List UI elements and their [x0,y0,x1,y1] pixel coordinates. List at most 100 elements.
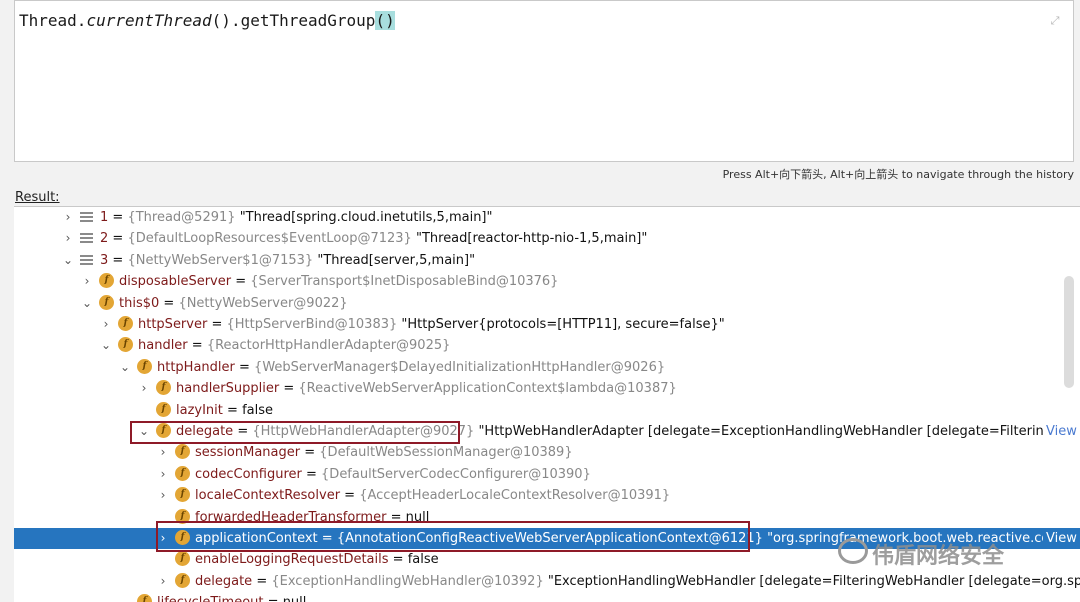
array-element-icon [80,253,93,268]
chevron-right-icon[interactable]: › [138,378,150,399]
equals-sign: = [301,466,322,482]
tree-row[interactable]: ⌄ f this$0 = {NettyWebServer@9022} [14,293,1080,314]
tree-row[interactable]: › f codecConfigurer = {DefaultServerCodecC… [14,464,1080,485]
field-icon: f [99,273,114,289]
tree-row-text: lazyInit = false [176,400,273,421]
expand-icon[interactable]: ⤢ [1049,15,1061,27]
tree-row-text: httpHandler = {WebServerManager$DelayedI… [157,357,665,378]
code-prefix: Thread. [19,11,87,30]
field-icon: f [156,380,171,396]
code-expression[interactable]: Thread.currentThread().getThreadGroup() [19,11,405,30]
field-name: localeContextResolver [195,488,341,504]
chevron-down-icon[interactable]: ⌄ [81,293,93,314]
equals-sign: = [340,488,360,504]
tree-row[interactable]: › f localeContextResolver = {AcceptHeaderL… [14,485,1080,506]
chevron-down-icon[interactable]: ⌄ [119,357,131,378]
highlight-box-application-context [156,521,750,552]
tree-row[interactable]: › f sessionManager = {DefaultWebSessionMan… [14,442,1080,463]
tree-row-text: enableLoggingRequestDetails = false [195,549,439,570]
tree-row-text: handler = {ReactorHttpHandlerAdapter@902… [138,335,450,356]
field-value: false [242,402,273,418]
equals-sign: = [207,317,227,332]
result-label-text: Result: [15,190,60,205]
code-middle: ().getThreadGroup [211,11,376,30]
tree-row[interactable]: › f delegate = {ExceptionHandlingWebHandle… [14,571,1080,592]
chevron-down-icon[interactable]: ⌄ [100,335,112,356]
view-link[interactable]: View [1043,421,1077,442]
chevron-right-icon[interactable]: › [157,464,169,485]
highlight-box-delegate [130,421,460,444]
tree-row-text: httpServer = {HttpServerBind@10383} "Htt… [138,314,725,335]
tree-row-text: codecConfigurer = {DefaultServerCodecCon… [195,464,591,485]
field-type: {DefaultServerCodecConfigurer@10390} [321,466,591,482]
equals-sign: = [300,445,320,461]
tree-row-text: delegate = {ExceptionHandlingWebHandler@… [195,571,1080,592]
chevron-right-icon[interactable]: › [100,314,112,335]
tree-row-text: sessionManager = {DefaultWebSessionManag… [195,442,573,463]
field-icon: f [137,358,152,374]
equals-sign: = [279,381,299,397]
tree-row[interactable]: › f disposableServer = {ServerTransport$In… [14,271,1080,292]
tree-row-text: localeContextResolver = {AcceptHeaderLoc… [195,485,670,506]
chevron-right-icon[interactable]: › [157,442,169,463]
chevron-right-icon[interactable]: › [62,207,74,228]
equals-sign: = [222,402,243,418]
field-icon: f [175,572,190,588]
tree-row[interactable]: ⌄ 3 = {NettyWebServer$1@7153} "Thread[ser… [14,250,1080,271]
field-icon: f [175,551,190,567]
field-name: this$0 [119,295,160,311]
watermark: 伟盾网络安全 [872,538,1004,570]
tree-row[interactable]: › f handlerSupplier = {ReactiveWebServerAp… [14,378,1080,399]
tree-row[interactable]: › 1 = {Thread@5291} "Thread[spring.cloud.… [14,207,1080,228]
equals-sign: = [388,552,408,568]
equals-sign: = [187,338,207,354]
field-type: {HttpServerBind@10383} [226,317,398,332]
field-icon: f [175,465,190,481]
vertical-scrollbar[interactable] [1064,276,1074,388]
field-name: lazyInit [176,402,223,418]
field-name: handler [138,338,188,354]
field-type: {ServerTransport$InetDisposableBind@1037… [250,274,559,290]
field-name: codecConfigurer [195,466,302,482]
code-method-italic: currentThread [86,11,212,30]
field-name: enableLoggingRequestDetails [195,552,389,568]
equals-sign: = [108,231,128,247]
field-type: {AcceptHeaderLocaleContextResolver@10391… [359,488,671,504]
chevron-right-icon[interactable]: › [157,485,169,506]
view-link[interactable]: View [1043,528,1077,549]
chevron-right-icon[interactable]: › [62,228,74,249]
field-icon: f [156,401,171,417]
field-name: disposableServer [119,274,232,290]
equals-sign: = [252,573,272,589]
field-type: {DefaultWebSessionManager@10389} [319,445,573,461]
field-value: "HttpWebHandlerAdapter [delegate=Excepti… [478,424,1076,439]
navigation-hint: Press Alt+向下箭头, Alt+向上箭头 to navigate thr… [722,168,1074,181]
watermark-text: 伟盾网络安全 [872,544,1005,569]
field-type: {DefaultLoopResources$EventLoop@7123} [127,231,412,247]
equals-sign: = [159,295,179,311]
tree-row[interactable]: › 2 = {DefaultLoopResources$EventLoop@712… [14,228,1080,249]
tree-row[interactable]: ⌄ f handler = {ReactorHttpHandlerAdapter@9… [14,335,1080,356]
field-name: httpHandler [157,359,235,375]
chevron-right-icon[interactable]: › [157,571,169,592]
field-value: "Thread[server,5,main]" [317,252,476,268]
chevron-down-icon[interactable]: ⌄ [62,250,74,271]
equals-sign: = [108,210,128,225]
tree-row[interactable]: › f httpServer = {HttpServerBind@10383} "H… [14,314,1080,335]
tree-row[interactable]: ⌄ f httpHandler = {WebServerManager$Delaye… [14,357,1080,378]
field-type: {NettyWebServer@9022} [178,295,348,311]
field-value: "Thread[reactor-http-nio-1,5,main]" [415,231,648,247]
expression-editor[interactable]: Thread.currentThread().getThreadGroup() … [14,0,1074,162]
field-type: {WebServerManager$DelayedInitializationH… [254,359,666,375]
field-icon: f [99,294,114,310]
field-type: {ExceptionHandlingWebHandler@10392} [271,573,544,589]
field-icon: f [175,487,190,503]
chevron-right-icon[interactable]: › [81,271,93,292]
field-type: {ReactiveWebServerApplicationContext$lam… [298,381,677,397]
tree-row-text: this$0 = {NettyWebServer@9022} [119,293,348,314]
tree-row-text: disposableServer = {ServerTransport$Inet… [119,271,558,292]
error-squiggle-icon [395,20,405,26]
tree-row-text: handlerSupplier = {ReactiveWebServerAppl… [176,378,677,399]
tree-row[interactable]: f lazyInit = false [14,400,1080,421]
field-type: {NettyWebServer$1@7153} [127,252,314,268]
